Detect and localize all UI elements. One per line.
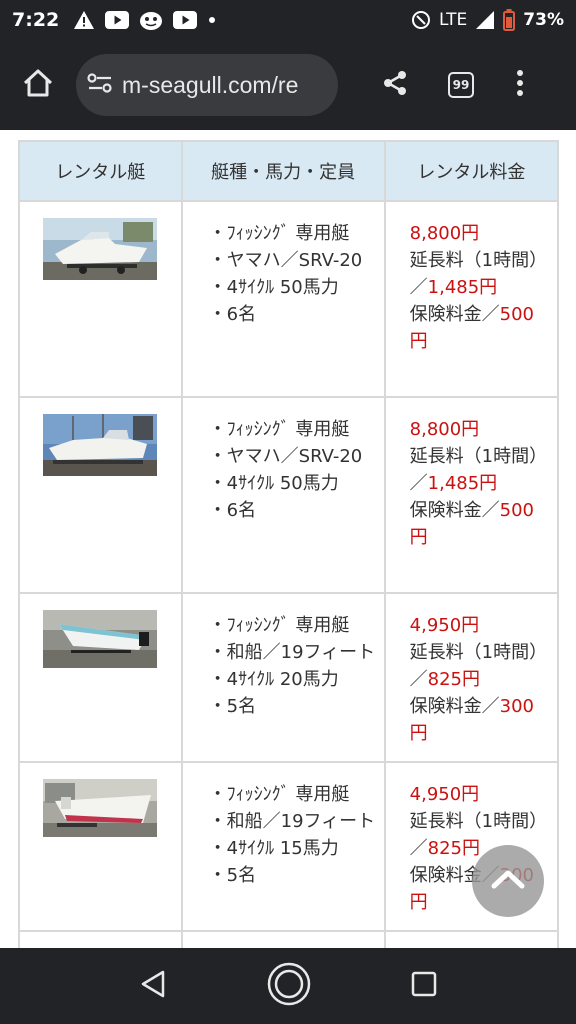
network-label: LTE xyxy=(439,10,468,30)
price-cell: 8,800円 延長料（1時間）／1,485円 保険料金／500円 xyxy=(383,396,560,594)
rental-price: 8,800円 xyxy=(409,419,480,440)
table-row: ・ﾌｨｯｼﾝｸﾞ 専用艇 ・ヤマハ／SRV-20 ・4ｻｲｸﾙ 50馬力 ・6名… xyxy=(18,396,560,594)
rental-price: 8,800円 xyxy=(409,223,480,244)
boat-cell xyxy=(18,592,183,763)
boat-cell xyxy=(18,200,183,398)
spec-engine: ・4ｻｲｸﾙ 20馬力 xyxy=(208,669,339,690)
price-cell: 8,800円 延長料（1時間）／1,485円 保険料金／500円 xyxy=(383,200,560,398)
table-row xyxy=(18,930,560,948)
home-circle-icon[interactable] xyxy=(266,961,312,1011)
rental-table: レンタル艇 艇種・馬力・定員 レンタル料金 ・ﾌｨｯｼﾝｸﾞ 専用艇 ・ヤマハ／… xyxy=(18,140,560,948)
specs-cell: ・ﾌｨｯｼﾝｸﾞ 専用艇 ・ヤマハ／SRV-20 ・4ｻｲｸﾙ 50馬力 ・6名 xyxy=(180,396,386,594)
header-price: レンタル料金 xyxy=(383,140,560,202)
boat-photo[interactable] xyxy=(43,779,158,837)
boat-cell xyxy=(18,930,183,948)
header-specs: 艇種・馬力・定員 xyxy=(180,140,386,202)
status-time: 7:22 xyxy=(12,9,60,31)
spec-capacity: ・6名 xyxy=(208,304,257,325)
youtube-icon xyxy=(105,11,130,29)
spec-type: ・ﾌｨｯｼﾝｸﾞ 専用艇 xyxy=(208,223,350,244)
extension-price: 825円 xyxy=(427,838,481,859)
spec-capacity: ・5名 xyxy=(208,865,257,886)
spec-model: ・和船／19フィート xyxy=(208,811,376,832)
spec-type: ・ﾌｨｯｼﾝｸﾞ 専用艇 xyxy=(208,784,350,805)
table-row: ・ﾌｨｯｼﾝｸﾞ 専用艇 ・ヤマハ／SRV-20 ・4ｻｲｸﾙ 50馬力 ・6名… xyxy=(18,200,560,398)
chevron-up-icon xyxy=(490,868,526,894)
share-icon xyxy=(381,69,409,101)
back-triangle-icon[interactable] xyxy=(139,969,167,1003)
home-button[interactable] xyxy=(0,40,76,130)
tab-count: 99 xyxy=(448,72,474,98)
address-bar[interactable]: m-seagull.com/re xyxy=(76,54,338,116)
boat-photo[interactable] xyxy=(43,218,158,280)
spec-engine: ・4ｻｲｸﾙ 50馬力 xyxy=(208,473,339,494)
spec-type: ・ﾌｨｯｼﾝｸﾞ 専用艇 xyxy=(208,419,350,440)
page-content[interactable]: レンタル艇 艇種・馬力・定員 レンタル料金 ・ﾌｨｯｼﾝｸﾞ 専用艇 ・ヤマハ／… xyxy=(0,130,576,948)
rental-price: 4,950円 xyxy=(409,784,480,805)
alert-icon xyxy=(73,10,95,30)
table-header-row: レンタル艇 艇種・馬力・定員 レンタル料金 xyxy=(18,140,560,202)
insurance-label: 保険料金／ xyxy=(409,500,500,521)
browser-toolbar: m-seagull.com/re 99 xyxy=(0,40,576,130)
browser-menu-button[interactable] xyxy=(492,40,548,130)
specs-cell: ・ﾌｨｯｼﾝｸﾞ 専用艇 ・和船／19フィート ・4ｻｲｸﾙ 15馬力 ・5名 xyxy=(180,761,386,932)
header-boat: レンタル艇 xyxy=(18,140,183,202)
insurance-label: 保険料金／ xyxy=(409,696,500,717)
spec-model: ・ヤマハ／SRV-20 xyxy=(208,446,363,467)
extension-price: 825円 xyxy=(427,669,481,690)
status-bar: 7:22 LTE 73% xyxy=(0,0,576,40)
specs-cell: ・ﾌｨｯｼﾝｸﾞ 専用艇 ・和船／19フィート ・4ｻｲｸﾙ 20馬力 ・5名 xyxy=(180,592,386,763)
boat-photo[interactable] xyxy=(43,414,158,476)
spec-type: ・ﾌｨｯｼﾝｸﾞ 専用艇 xyxy=(208,615,350,636)
home-icon xyxy=(22,68,54,102)
specs-cell: ・ﾌｨｯｼﾝｸﾞ 専用艇 ・ヤマハ／SRV-20 ・4ｻｲｸﾙ 50馬力 ・6名 xyxy=(180,200,386,398)
table-row: ・ﾌｨｯｼﾝｸﾞ 専用艇 ・和船／19フィート ・4ｻｲｸﾙ 15馬力 ・5名 … xyxy=(18,761,560,932)
app-face-icon xyxy=(139,9,163,31)
insurance-label: 保険料金／ xyxy=(409,304,500,325)
tab-switcher-button[interactable]: 99 xyxy=(430,40,492,130)
spec-capacity: ・6名 xyxy=(208,500,257,521)
battery-icon xyxy=(503,9,516,31)
spec-engine: ・4ｻｲｸﾙ 15馬力 xyxy=(208,838,339,859)
url-text[interactable]: m-seagull.com/re xyxy=(122,72,298,99)
spec-engine: ・4ｻｲｸﾙ 50馬力 xyxy=(208,277,339,298)
rental-price: 4,950円 xyxy=(409,615,480,636)
recents-square-icon[interactable] xyxy=(411,971,437,1001)
status-right: LTE 73% xyxy=(411,9,564,31)
boat-cell xyxy=(18,761,183,932)
spec-model: ・ヤマハ／SRV-20 xyxy=(208,250,363,271)
nfc-icon xyxy=(411,10,431,30)
spec-model: ・和船／19フィート xyxy=(208,642,376,663)
boat-photo[interactable] xyxy=(43,610,158,668)
spec-capacity: ・5名 xyxy=(208,696,257,717)
notification-icons xyxy=(73,9,217,31)
specs-cell xyxy=(180,930,386,948)
extension-price: 1,485円 xyxy=(427,473,498,494)
battery-percent: 73% xyxy=(523,10,564,30)
price-cell: 4,950円 延長料（1時間）／825円 保険料金／300円 xyxy=(383,592,560,763)
price-cell xyxy=(383,930,560,948)
table-row: ・ﾌｨｯｼﾝｸﾞ 専用艇 ・和船／19フィート ・4ｻｲｸﾙ 20馬力 ・5名 … xyxy=(18,592,560,763)
more-vert-icon xyxy=(516,69,524,101)
system-nav-bar xyxy=(0,948,576,1024)
site-settings-icon[interactable] xyxy=(86,71,114,99)
more-notifications-dot-icon xyxy=(207,15,217,25)
extension-price: 1,485円 xyxy=(427,277,498,298)
scroll-to-top-button[interactable] xyxy=(472,845,544,917)
share-button[interactable] xyxy=(360,40,430,130)
boat-cell xyxy=(18,396,183,594)
youtube-icon-2 xyxy=(173,11,198,29)
signal-icon xyxy=(475,10,495,30)
